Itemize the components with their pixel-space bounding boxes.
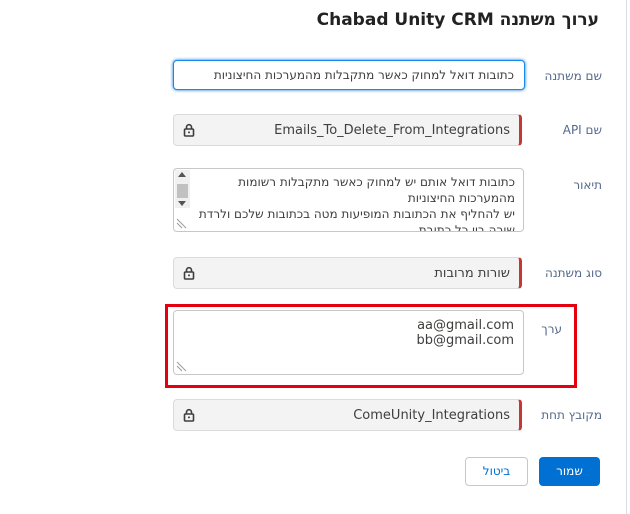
variable-type-label: סוג משתנה (545, 266, 602, 280)
dialog-title: ערוך משתנה Chabad Unity CRM (316, 10, 599, 30)
api-name-value: Emails_To_Delete_From_Integrations (274, 123, 510, 138)
group-label: מקובץ תחת (541, 408, 602, 422)
scroll-up-arrow-icon[interactable] (178, 172, 186, 177)
description-textarea[interactable]: כתובות דואל אותם יש למחוק כאשר מתקבלות ר… (173, 168, 524, 232)
value-text: aa@gmail.com bb@gmail.com (416, 318, 514, 348)
description-label: תיאור (573, 178, 602, 192)
lock-icon (183, 123, 195, 137)
variable-type-field: שורות מרובות (173, 257, 522, 289)
name-label: שם משתנה (544, 69, 602, 83)
save-button[interactable]: שמור (539, 457, 600, 486)
description-text: כתובות דואל אותם יש למחוק כאשר מתקבלות ר… (198, 175, 515, 232)
lock-icon (183, 266, 195, 280)
cancel-button[interactable]: ביטול (465, 457, 528, 486)
group-field: ComeUnity_Integrations (173, 399, 522, 431)
name-input[interactable] (173, 60, 525, 90)
resize-handle-icon[interactable] (176, 215, 190, 229)
value-textarea[interactable]: aa@gmail.com bb@gmail.com (173, 310, 524, 375)
variable-type-value: שורות מרובות (434, 266, 510, 281)
resize-handle-icon[interactable] (176, 358, 190, 372)
description-scrollbar[interactable] (175, 170, 190, 208)
window-right-divider (626, 0, 627, 514)
scroll-thumb[interactable] (177, 184, 188, 198)
lock-icon (183, 408, 195, 422)
api-name-field: Emails_To_Delete_From_Integrations (173, 114, 522, 146)
value-label: ערך (541, 322, 562, 336)
group-value: ComeUnity_Integrations (353, 408, 510, 423)
api-name-label: שם API (562, 123, 602, 137)
scroll-down-arrow-icon[interactable] (178, 201, 186, 206)
